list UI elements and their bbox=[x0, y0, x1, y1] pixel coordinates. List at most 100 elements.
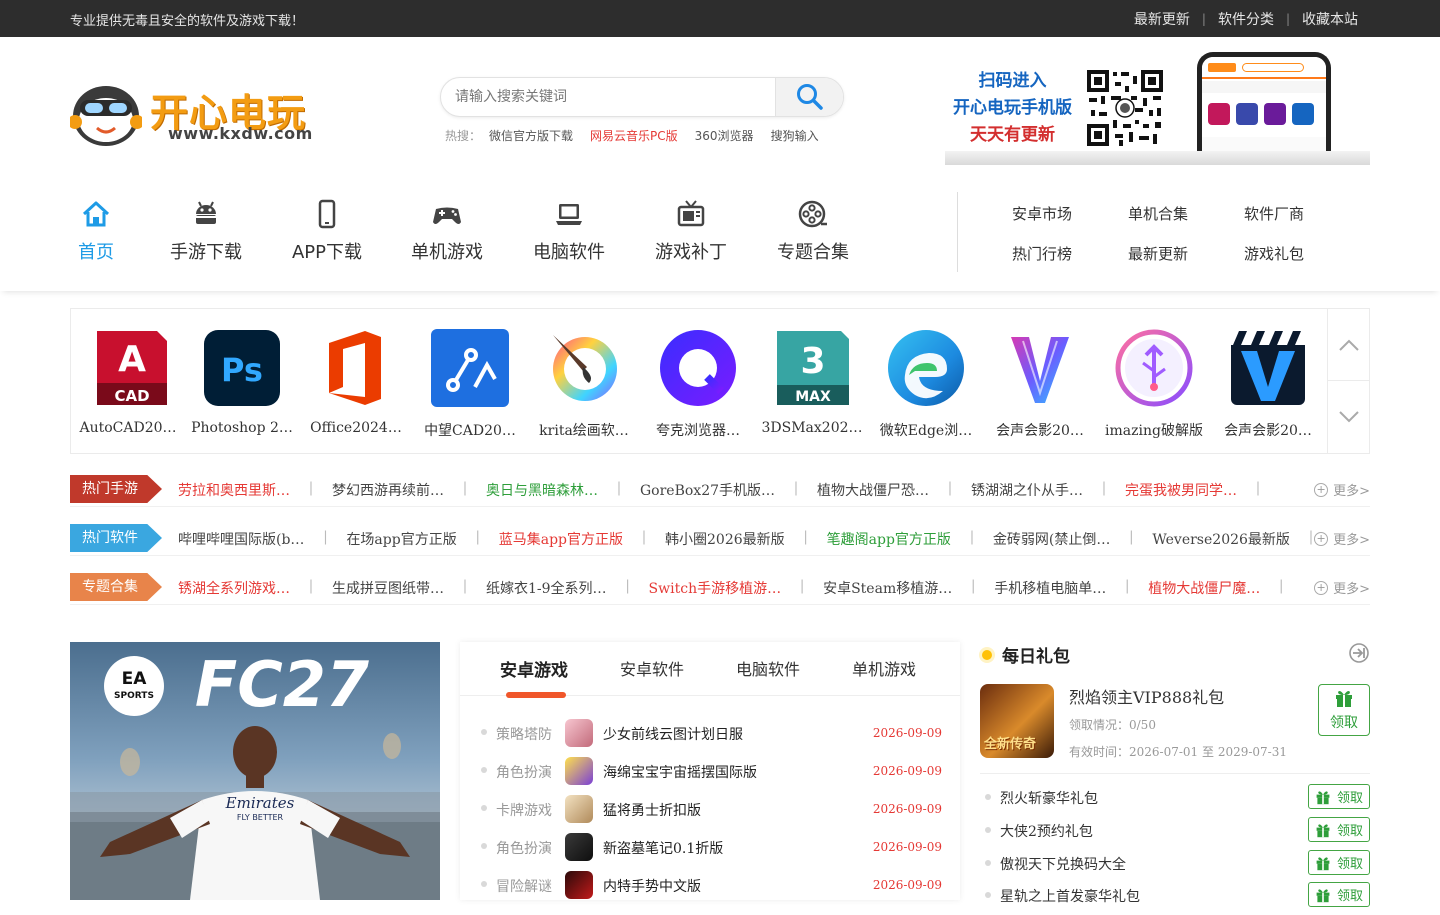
nav-pc-games[interactable]: 单机游戏 bbox=[409, 198, 485, 264]
gift-valid-period: 有效时间：2026-07-01 至 2029-07-31 bbox=[1069, 745, 1288, 759]
claim-button[interactable]: 领取 bbox=[1308, 784, 1370, 809]
tab-android-software[interactable]: 安卓软件 bbox=[620, 656, 684, 680]
poster-title: FC27 bbox=[195, 648, 370, 721]
game-name: 内特手势中文版 bbox=[603, 879, 701, 895]
row-link[interactable]: 梦幻西游再续前… bbox=[332, 480, 444, 500]
row-link[interactable]: 安卓Steam移植游… bbox=[823, 578, 952, 598]
gift-thumbnail-text: 全新传奇 bbox=[984, 737, 1037, 752]
enter-arrow-icon[interactable] bbox=[1348, 642, 1370, 664]
nav-sub-hot-rank[interactable]: 热门行榜 bbox=[1012, 243, 1072, 264]
row-link[interactable]: 蓝马集app官方正版 bbox=[499, 529, 623, 549]
gift-thumbnail[interactable]: 全新传奇 bbox=[980, 684, 1054, 758]
row-link[interactable]: 笔趣阁app官方正版 bbox=[827, 529, 951, 549]
hot-link[interactable]: 网易云音乐PC版 bbox=[590, 127, 678, 144]
row-link[interactable]: 植物大战僵尸魔… bbox=[1148, 578, 1260, 598]
top-link-categories[interactable]: 软件分类 bbox=[1218, 9, 1274, 29]
android-icon bbox=[196, 201, 216, 224]
list-item[interactable]: 卡牌游戏 猛将勇士折扣版 2026-09-09 bbox=[460, 791, 960, 829]
nav-sub-android-market[interactable]: 安卓市场 bbox=[1012, 203, 1072, 224]
app-card[interactable]: 夸克浏览器… bbox=[641, 327, 755, 440]
row-link[interactable]: 奥日与黑暗森林… bbox=[486, 480, 598, 500]
claim-button[interactable]: 领取 bbox=[1308, 882, 1370, 907]
nav-sub-vendors[interactable]: 软件厂商 bbox=[1244, 203, 1304, 224]
list-item[interactable]: 策略塔防 少女前线云图计划日服 2026-09-09 bbox=[460, 715, 960, 753]
nav-sub-latest[interactable]: 最新更新 bbox=[1128, 243, 1188, 264]
app-card[interactable]: 3 MAX 3DSMax202… bbox=[755, 327, 869, 436]
row-link[interactable]: 锈湖湖之仆从手… bbox=[971, 480, 1083, 500]
app-card[interactable]: Ps Photoshop 2… bbox=[185, 327, 299, 436]
search-input[interactable] bbox=[441, 78, 777, 116]
row-link[interactable]: GoreBox27手机版… bbox=[640, 480, 775, 500]
row-link[interactable]: 在场app官方正版 bbox=[346, 529, 456, 549]
claim-button[interactable]: 领取 bbox=[1308, 817, 1370, 842]
top-link-latest[interactable]: 最新更新 bbox=[1134, 9, 1190, 29]
app-label: 3DSMax202… bbox=[761, 420, 863, 436]
claim-button[interactable]: 领取 bbox=[1318, 684, 1370, 736]
app-card[interactable]: 中望CAD20… bbox=[413, 327, 527, 440]
more-link[interactable]: + 更多> bbox=[1314, 529, 1370, 548]
tab-pc-software[interactable]: 电脑软件 bbox=[736, 656, 800, 680]
list-item[interactable]: 角色扮演 海绵宝宝宇宙摇摆国际版 2026-09-09 bbox=[460, 753, 960, 791]
game-name: 新盗墓笔记0.1折版 bbox=[603, 841, 724, 857]
nav-label: APP下载 bbox=[291, 242, 363, 263]
nav-topics[interactable]: 专题合集 bbox=[775, 198, 851, 264]
more-link[interactable]: + 更多> bbox=[1314, 578, 1370, 597]
app-card[interactable]: 会声会影20… bbox=[1211, 327, 1325, 440]
row-link[interactable]: 哔哩哔哩国际版(b… bbox=[178, 529, 304, 549]
game-icon bbox=[565, 757, 593, 785]
gift-item: 大侠2预约礼包 领取 bbox=[980, 817, 1370, 850]
hot-link[interactable]: 搜狗输入 bbox=[771, 127, 819, 144]
app-card[interactable]: 会声会影20… bbox=[983, 327, 1097, 440]
hot-link[interactable]: 360浏览器 bbox=[695, 127, 754, 144]
carousel-prev-button[interactable] bbox=[1328, 309, 1369, 381]
main-nav: 首页 手游下载 APP下载 单机游戏 电脑软件 游戏补丁 专题合集 安卓市场 单… bbox=[0, 165, 1440, 291]
row-link[interactable]: Switch手游移植游… bbox=[649, 578, 782, 598]
category-tabs: 安卓游戏 安卓软件 电脑软件 单机游戏 bbox=[460, 642, 960, 698]
app-card[interactable]: 微软Edge浏… bbox=[869, 327, 983, 440]
mobile-qr-banner[interactable]: 扫码进入 开心电玩手机版 天天有更新 bbox=[945, 52, 1370, 165]
top-link-bookmark[interactable]: 收藏本站 bbox=[1302, 9, 1358, 29]
row-link[interactable]: 韩小圈2026最新版 bbox=[665, 529, 785, 549]
row-tag: 热门手游 bbox=[70, 475, 162, 503]
nav-label: 单机游戏 bbox=[411, 242, 483, 263]
row-link[interactable]: 手机移植电脑单… bbox=[994, 578, 1106, 598]
site-logo[interactable]: 开心电玩 www.kxdw.com bbox=[70, 76, 322, 150]
row-link[interactable]: Weverse2026最新版 bbox=[1152, 529, 1290, 549]
search-button[interactable] bbox=[775, 78, 843, 116]
row-link[interactable]: 生成拼豆图纸带… bbox=[332, 578, 444, 598]
row-link[interactable]: 劳拉和奥西里斯… bbox=[178, 480, 290, 500]
nav-mobile-games[interactable]: 手游下载 bbox=[168, 198, 244, 264]
app-card[interactable]: krita绘画软… bbox=[527, 327, 641, 440]
app-label: AutoCAD20… bbox=[79, 420, 177, 436]
app-card[interactable]: A CAD AutoCAD20… bbox=[71, 327, 185, 436]
nav-home[interactable]: 首页 bbox=[76, 198, 116, 264]
gift-item-name[interactable]: 烈火斩豪华礼包 bbox=[1000, 788, 1098, 808]
gift-item-name[interactable]: 大侠2预约礼包 bbox=[1000, 821, 1093, 841]
row-link[interactable]: 纸嫁衣1-9全系列… bbox=[486, 578, 607, 598]
search-icon bbox=[796, 84, 823, 110]
gift-item-name[interactable]: 星轨之上首发豪华礼包 bbox=[1000, 886, 1140, 906]
nav-software[interactable]: 电脑软件 bbox=[531, 198, 607, 264]
row-link[interactable]: 金砖弱网(禁止倒… bbox=[993, 529, 1110, 549]
list-item[interactable]: 角色扮演 新盗墓笔记0.1折版 2026-09-09 bbox=[460, 829, 960, 867]
more-link[interactable]: + 更多> bbox=[1314, 480, 1370, 499]
gift-name[interactable]: 烈焰领主VIP888礼包 bbox=[1069, 684, 1224, 708]
gift-item-name[interactable]: 傲视天下兑换码大全 bbox=[1000, 854, 1126, 874]
app-card[interactable]: imazing破解版 bbox=[1097, 327, 1211, 440]
hot-link[interactable]: 微信官方版下载 bbox=[489, 127, 573, 144]
nav-sub-gift-packs[interactable]: 游戏礼包 bbox=[1244, 243, 1304, 264]
carousel-next-button[interactable] bbox=[1328, 381, 1369, 453]
list-item[interactable]: 冒险解谜 内特手势中文版 2026-09-09 bbox=[460, 867, 960, 905]
row-link[interactable]: 植物大战僵尸恐… bbox=[817, 480, 929, 500]
claim-button[interactable]: 领取 bbox=[1308, 850, 1370, 875]
nav-patches[interactable]: 游戏补丁 bbox=[653, 198, 729, 264]
app-card[interactable]: Office2024… bbox=[299, 327, 413, 436]
tab-android-games[interactable]: 安卓游戏 bbox=[500, 656, 568, 681]
nav-apps[interactable]: APP下载 bbox=[290, 198, 364, 264]
featured-game-poster[interactable]: EA SPORTS FC27 Emirates FLY BETTER bbox=[70, 642, 440, 900]
row-link[interactable]: 完蛋我被男同学… bbox=[1125, 480, 1237, 500]
tab-pc-games[interactable]: 单机游戏 bbox=[852, 656, 916, 680]
nav-sub-pc-collection[interactable]: 单机合集 bbox=[1128, 203, 1188, 224]
qr-banner-text: 扫码进入 开心电玩手机版 天天有更新 bbox=[953, 71, 1072, 145]
row-link[interactable]: 锈湖全系列游戏… bbox=[178, 578, 290, 598]
